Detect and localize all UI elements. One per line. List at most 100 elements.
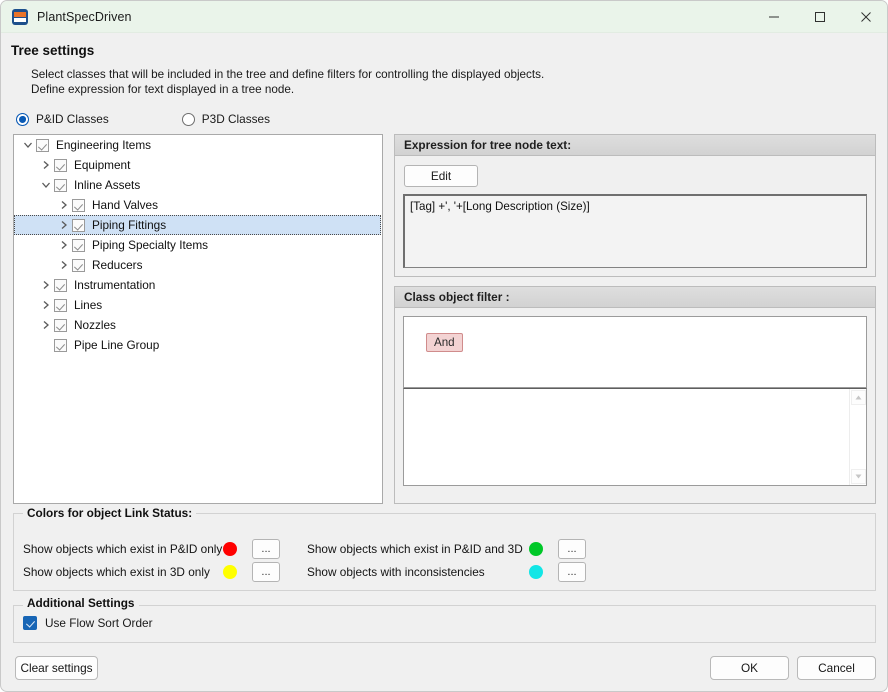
chevron-down-icon[interactable] xyxy=(38,177,54,193)
link-status-color-row: Show objects which exist in P&ID and 3D.… xyxy=(307,539,586,559)
class-tree[interactable]: Engineering Items Equipment Inline Assets H… xyxy=(13,134,383,504)
title-bar: PlantSpecDriven xyxy=(1,1,887,33)
chevron-right-icon[interactable] xyxy=(38,157,54,173)
chevron-right-icon[interactable] xyxy=(38,277,54,293)
filter-group-title: Class object filter : xyxy=(395,287,875,308)
tree-node-label: Inline Assets xyxy=(74,178,141,192)
page-description: Select classes that will be included in … xyxy=(31,67,544,97)
link-status-color-swatch xyxy=(529,542,543,556)
link-status-color-swatch xyxy=(529,565,543,579)
tree-node-label: Reducers xyxy=(92,258,143,272)
radio-p3d-classes[interactable]: P3D Classes xyxy=(181,111,270,127)
radio-label-p3d: P3D Classes xyxy=(201,112,270,126)
link-status-label: Show objects which exist in P&ID only xyxy=(23,542,223,556)
tree-node-checkbox[interactable] xyxy=(72,218,85,232)
colors-group-legend: Colors for object Link Status: xyxy=(23,506,197,520)
link-status-color-swatch xyxy=(223,542,237,556)
tree-node[interactable]: Instrumentation xyxy=(14,275,382,295)
radio-label-pid: P&ID Classes xyxy=(36,112,109,126)
tree-node[interactable]: Hand Valves xyxy=(14,195,382,215)
expression-group: Expression for tree node text: Edit [Tag… xyxy=(394,134,876,277)
tree-node[interactable]: Equipment xyxy=(14,155,382,175)
tree-node-checkbox[interactable] xyxy=(54,158,67,172)
minimize-button[interactable] xyxy=(751,1,797,33)
color-picker-button[interactable]: ... xyxy=(252,562,280,582)
tree-node-label: Piping Specialty Items xyxy=(92,238,209,252)
page-title: Tree settings xyxy=(11,43,95,58)
tree-node-checkbox[interactable] xyxy=(72,258,85,272)
link-status-color-row: Show objects with inconsistencies... xyxy=(307,562,586,582)
maximize-button[interactable] xyxy=(797,1,843,33)
flow-sort-label: Use Flow Sort Order xyxy=(45,616,153,630)
tree-node[interactable]: Piping Fittings xyxy=(14,215,381,235)
tree-node-label: Nozzles xyxy=(74,318,116,332)
radio-pid-classes[interactable]: P&ID Classes xyxy=(16,111,109,127)
link-status-label: Show objects which exist in P&ID and 3D xyxy=(307,542,523,556)
tree-node[interactable]: Engineering Items xyxy=(14,135,382,155)
ok-button[interactable]: OK xyxy=(710,656,789,680)
radio-dot-p3d xyxy=(181,112,195,126)
radio-dot-pid xyxy=(16,112,29,126)
link-status-label: Show objects with inconsistencies xyxy=(307,565,485,579)
window-title: PlantSpecDriven xyxy=(37,9,132,24)
flow-sort-checkbox[interactable] xyxy=(23,616,37,630)
tree-node-label: Lines xyxy=(74,298,103,312)
expression-textarea[interactable]: [Tag] +', '+[Long Description (Size)] xyxy=(403,194,867,268)
tree-node-label: Equipment xyxy=(74,158,131,172)
filter-builder-area[interactable]: And xyxy=(403,316,867,388)
tree-node-label: Pipe Line Group xyxy=(74,338,160,352)
color-picker-button[interactable]: ... xyxy=(558,562,586,582)
link-status-color-row: Show objects which exist in 3D only... xyxy=(23,562,280,582)
tree-node-checkbox[interactable] xyxy=(54,298,67,312)
tree-node[interactable]: Reducers xyxy=(14,255,382,275)
chevron-right-icon[interactable] xyxy=(38,297,54,313)
tree-node-label: Piping Fittings xyxy=(92,218,167,232)
expression-group-title: Expression for tree node text: xyxy=(395,135,875,156)
chevron-right-icon[interactable] xyxy=(38,317,54,333)
chevron-right-icon[interactable] xyxy=(56,257,72,273)
window-controls xyxy=(751,1,887,33)
tree-node[interactable]: Lines xyxy=(14,295,382,315)
filter-scrollbar[interactable] xyxy=(849,389,866,485)
tree-node-checkbox[interactable] xyxy=(54,338,67,352)
class-object-filter-group: Class object filter : And xyxy=(394,286,876,504)
tree-node[interactable]: Inline Assets xyxy=(14,175,382,195)
chevron-right-icon[interactable] xyxy=(56,197,72,213)
description-line-1: Select classes that will be included in … xyxy=(31,68,545,81)
clear-settings-button[interactable]: Clear settings xyxy=(15,656,98,680)
chevron-right-icon[interactable] xyxy=(56,237,72,253)
edit-button[interactable]: Edit xyxy=(404,165,478,187)
tree-node-checkbox[interactable] xyxy=(72,238,85,252)
tree-node-label: Instrumentation xyxy=(74,278,156,292)
class-mode-radio-group: P&ID Classes P3D Classes xyxy=(16,111,270,127)
link-status-color-swatch xyxy=(223,565,237,579)
chevron-down-icon[interactable] xyxy=(20,137,36,153)
link-status-label: Show objects which exist in 3D only xyxy=(23,565,210,579)
tree-node-checkbox[interactable] xyxy=(54,178,67,192)
plant-app-icon xyxy=(12,8,28,25)
additional-settings-legend: Additional Settings xyxy=(23,596,139,610)
tree-node-checkbox[interactable] xyxy=(72,198,85,212)
link-status-color-row: Show objects which exist in P&ID only... xyxy=(23,539,280,559)
filter-detail-area[interactable] xyxy=(403,388,867,486)
scroll-up-icon[interactable] xyxy=(851,390,866,405)
tree-node-checkbox[interactable] xyxy=(54,278,67,292)
tree-node[interactable]: Piping Specialty Items xyxy=(14,235,382,255)
filter-operator-and[interactable]: And xyxy=(426,333,463,352)
close-button[interactable] xyxy=(843,1,887,33)
flow-sort-order-row[interactable]: Use Flow Sort Order xyxy=(23,616,153,630)
description-line-2: Define expression for text displayed in … xyxy=(31,83,295,96)
tree-node[interactable]: Pipe Line Group xyxy=(14,335,382,355)
color-picker-button[interactable]: ... xyxy=(252,539,280,559)
cancel-button[interactable]: Cancel xyxy=(797,656,876,680)
tree-node-label: Hand Valves xyxy=(92,198,159,212)
color-picker-button[interactable]: ... xyxy=(558,539,586,559)
tree-node-checkbox[interactable] xyxy=(36,138,49,152)
tree-node-checkbox[interactable] xyxy=(54,318,67,332)
scroll-down-icon[interactable] xyxy=(851,469,866,484)
tree-node-label: Engineering Items xyxy=(56,138,152,152)
application-window: PlantSpecDriven Tree settings Select cla… xyxy=(0,0,888,692)
chevron-right-icon[interactable] xyxy=(56,217,72,233)
tree-node[interactable]: Nozzles xyxy=(14,315,382,335)
